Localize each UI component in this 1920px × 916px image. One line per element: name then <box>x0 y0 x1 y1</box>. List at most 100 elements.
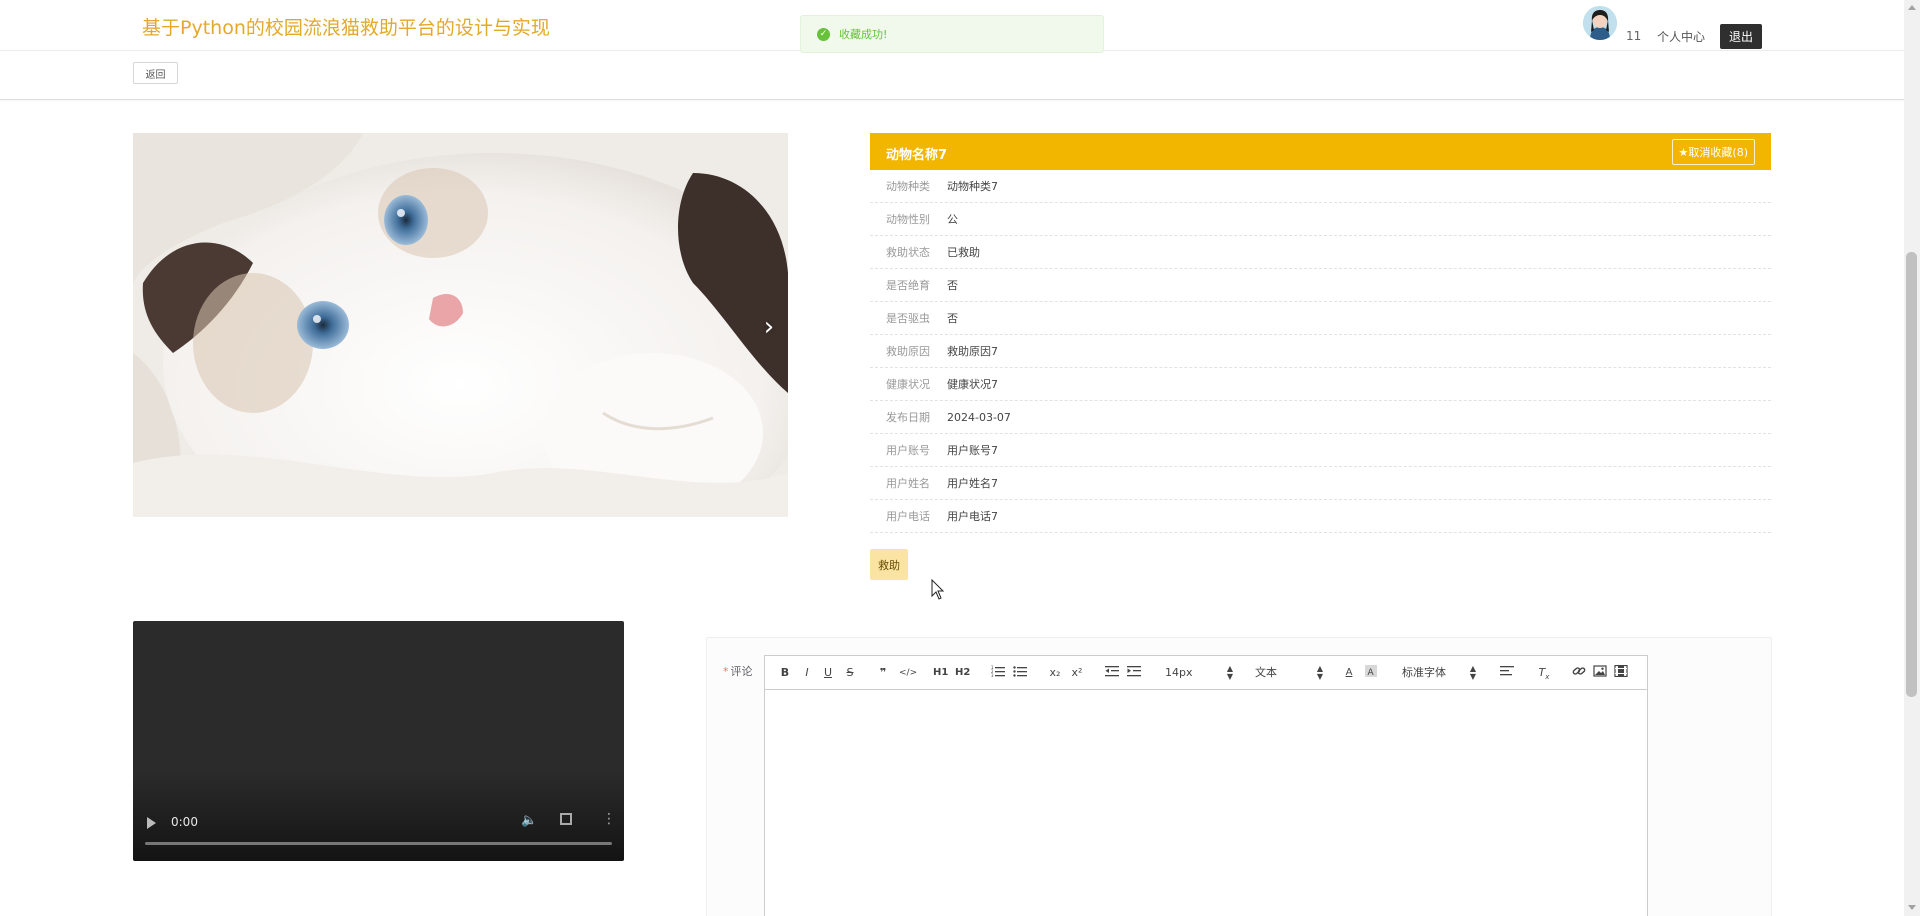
logout-button[interactable]: 退出 <box>1720 24 1762 49</box>
field-label: 健康状况 <box>886 378 930 391</box>
h1-button[interactable]: H1 <box>933 665 948 681</box>
field-label: 用户电话 <box>886 510 930 523</box>
bold-button[interactable]: B <box>779 665 791 681</box>
rescue-button[interactable]: 救助 <box>870 549 908 580</box>
field-label: 动物性别 <box>886 213 930 226</box>
font-color-icon[interactable]: A <box>1343 665 1355 681</box>
svg-text:A: A <box>1368 668 1375 677</box>
field-value: 用户姓名7 <box>947 477 998 490</box>
field-label: 发布日期 <box>886 411 930 424</box>
detail-row: 用户姓名 用户姓名7 <box>870 467 1771 500</box>
site-title[interactable]: 基于Python的校园流浪猫救助平台的设计与实现 <box>142 13 550 40</box>
play-icon[interactable] <box>147 817 156 829</box>
strike-button[interactable]: S <box>844 665 856 681</box>
field-label: 救助原因 <box>886 345 930 358</box>
detail-row: 动物性别 公 <box>870 203 1771 236</box>
rich-text-editor: B I U S ❞ </> H1 H2 123 x₂ x² 14px ▲ ▼ 文本 ▲… <box>764 655 1648 916</box>
blockquote-button[interactable]: ❞ <box>877 665 889 681</box>
font-family-value: 标准字体 <box>1402 666 1446 679</box>
field-value: 公 <box>947 213 958 226</box>
animal-detail-panel: 动物名称7 ★取消收藏(8) 动物种类 动物种类7 动物性别 公 救助状态 已救助 是… <box>870 133 1771 533</box>
field-label: 用户账号 <box>886 444 930 457</box>
field-value: 救助原因7 <box>947 345 998 358</box>
field-label: 动物种类 <box>886 180 930 193</box>
image-carousel[interactable] <box>133 133 788 517</box>
comment-label: * 评论 <box>723 663 753 679</box>
italic-button[interactable]: I <box>801 665 813 681</box>
font-family-select[interactable]: 标准字体 ▲ ▼ <box>1402 665 1476 681</box>
page-scrollbar-thumb[interactable] <box>1906 252 1917 697</box>
field-value: 动物种类7 <box>947 180 998 193</box>
personal-center-link[interactable]: 个人中心 <box>1657 28 1705 45</box>
avatar[interactable] <box>1583 6 1617 40</box>
required-mark: * <box>723 665 729 678</box>
detail-row: 是否驱虫 否 <box>870 302 1771 335</box>
check-circle-icon: ✓ <box>817 27 830 41</box>
field-value: 用户账号7 <box>947 444 998 457</box>
chevron-right-icon[interactable]: › <box>756 312 782 342</box>
link-icon[interactable] <box>1572 665 1586 681</box>
background-color-icon[interactable]: A <box>1365 665 1377 681</box>
underline-button[interactable]: U <box>822 665 834 681</box>
indent-icon[interactable] <box>1127 665 1141 681</box>
detail-row: 用户账号 用户账号7 <box>870 434 1771 467</box>
detail-row: 救助状态 已救助 <box>870 236 1771 269</box>
cat-photo <box>133 133 788 517</box>
scroll-down-arrow-icon[interactable] <box>1908 905 1916 910</box>
field-value: 已救助 <box>947 246 980 259</box>
detail-row: 发布日期 2024-03-07 <box>870 401 1771 434</box>
code-block-button[interactable]: </> <box>899 665 917 681</box>
success-toast: ✓ 收藏成功! <box>800 15 1104 53</box>
video-player[interactable]: 0:00 🔈 ⋮ <box>133 621 624 861</box>
detail-field-list: 动物种类 动物种类7 动物性别公 救助状态 已救助 是否绝育否 是否驱虫否 救助原因… <box>870 170 1771 533</box>
detail-row: 动物种类 动物种类7 <box>870 170 1771 203</box>
field-label: 是否驱虫 <box>886 312 930 325</box>
field-label: 用户姓名 <box>886 477 930 490</box>
font-size-value: 14px <box>1165 666 1193 679</box>
field-value: 否 <box>947 312 958 325</box>
back-button[interactable]: 返回 <box>133 62 178 84</box>
more-options-icon[interactable]: ⋮ <box>602 811 616 827</box>
animal-name: 动物名称7 <box>886 148 948 163</box>
align-icon[interactable] <box>1500 665 1514 681</box>
bullet-list-icon[interactable] <box>1013 665 1027 681</box>
toast-message: 收藏成功! <box>839 28 888 41</box>
svg-text:3: 3 <box>991 673 994 677</box>
video-embed-icon[interactable] <box>1614 664 1628 681</box>
subscript-button[interactable]: x₂ <box>1048 665 1062 681</box>
select-arrow-icon: ▲ ▼ <box>1316 664 1323 681</box>
select-arrow-icon: ▲ ▼ <box>1226 664 1233 681</box>
field-value: 用户电话7 <box>947 510 998 523</box>
ordered-list-icon[interactable]: 123 <box>991 665 1005 681</box>
detail-row: 健康状况 健康状况7 <box>870 368 1771 401</box>
volume-icon[interactable]: 🔈 <box>521 813 537 828</box>
field-value: 否 <box>947 279 958 292</box>
h2-button[interactable]: H2 <box>955 665 970 681</box>
superscript-button[interactable]: x² <box>1070 665 1084 681</box>
header-format-select[interactable]: 文本 ▲ ▼ <box>1255 665 1323 681</box>
font-size-select[interactable]: 14px ▲ ▼ <box>1165 665 1233 681</box>
clear-format-icon[interactable]: Tx <box>1537 665 1551 681</box>
detail-row: 是否绝育 否 <box>870 269 1771 302</box>
field-label: 是否绝育 <box>886 279 930 292</box>
video-progress-bar[interactable] <box>145 842 612 845</box>
outdent-icon[interactable] <box>1105 665 1119 681</box>
video-controls-shade <box>133 771 624 861</box>
detail-row: 救助原因 救助原因7 <box>870 335 1771 368</box>
back-bar: 返回 <box>0 52 1904 100</box>
mouse-pointer-icon <box>931 579 945 600</box>
editor-toolbar: B I U S ❞ </> H1 H2 123 x₂ x² 14px ▲ ▼ 文本 ▲… <box>765 656 1647 690</box>
image-icon[interactable] <box>1593 665 1607 681</box>
detail-row: 用户电话 用户电话7 <box>870 500 1771 533</box>
video-time: 0:00 <box>171 815 198 829</box>
field-value: 健康状况7 <box>947 378 998 391</box>
unfavorite-button[interactable]: ★取消收藏(8) <box>1671 139 1755 165</box>
header-format-value: 文本 <box>1255 666 1277 679</box>
comment-label-text: 评论 <box>730 665 753 678</box>
scroll-up-arrow-icon[interactable] <box>1908 5 1916 10</box>
detail-header: 动物名称7 ★取消收藏(8) <box>870 133 1771 170</box>
fullscreen-icon[interactable] <box>560 813 572 825</box>
comment-textarea[interactable] <box>765 690 1647 916</box>
field-value: 2024-03-07 <box>947 410 1011 424</box>
field-label: 救助状态 <box>886 246 930 259</box>
